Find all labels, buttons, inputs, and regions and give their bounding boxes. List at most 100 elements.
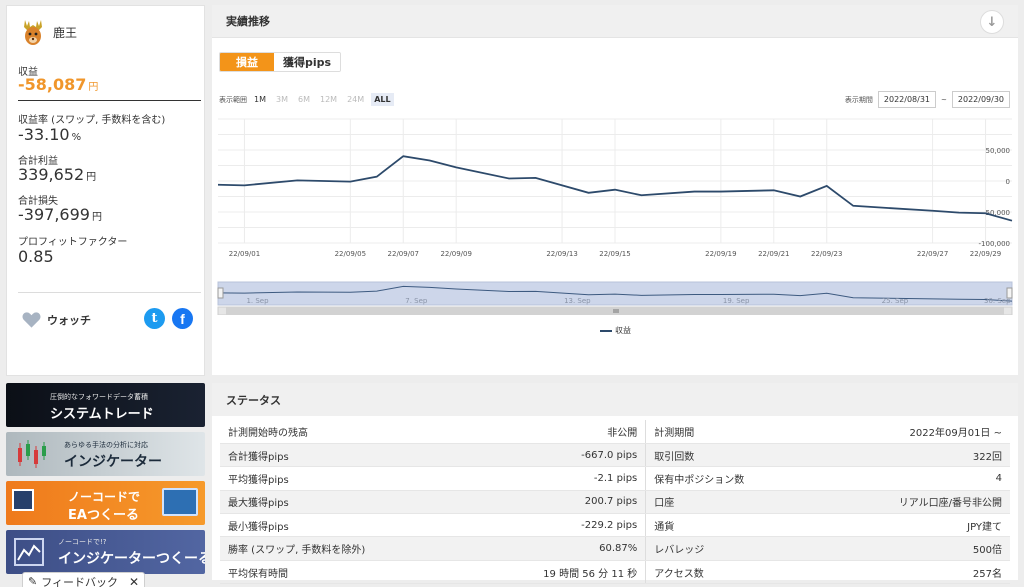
status-label: 取引回数 — [645, 443, 818, 468]
range-6m-button[interactable]: 6M — [295, 93, 313, 106]
status-value: 200.7 pips — [467, 490, 646, 515]
banner-indicator-tool[interactable]: ノーコードで!? インジケーターつくーる — [6, 530, 205, 574]
range-all-button[interactable]: ALL — [371, 93, 394, 106]
navigator-tick-label: 1. Sep — [246, 297, 269, 305]
watch-divider — [18, 292, 201, 293]
range-12m-button[interactable]: 12M — [317, 93, 340, 106]
status-title: ステータス — [226, 393, 281, 407]
profile-header[interactable]: 鹿王 — [19, 17, 77, 47]
status-label: 勝率 (スワップ, 手数料を除外) — [220, 536, 468, 561]
status-value: -2.1 pips — [467, 466, 646, 491]
status-row: 最小獲得pips -229.2 pips 通貨 JPY建て — [220, 513, 1010, 538]
chart-tool-icon — [14, 538, 44, 566]
x-tick-label: 22/09/05 — [335, 250, 366, 258]
period-selector: 表示期間 2022/08/31 ~ 2022/09/30 — [845, 91, 1010, 108]
edit-icon: ✎ — [28, 575, 38, 587]
x-tick-label: 22/09/23 — [811, 250, 842, 258]
banner-sub: あらゆる手法の分析に対応 — [64, 441, 148, 449]
status-label: 合計獲得pips — [220, 443, 468, 468]
profile-card: 鹿王 収益 -58,087 円 収益率 (スワップ, 手数料を含む) -33.10… — [6, 5, 205, 376]
screen-icon — [12, 489, 34, 511]
status-value: 322回 — [817, 443, 1010, 468]
y-tick-label: -100,000 — [979, 240, 1010, 248]
x-tick-label: 22/09/27 — [917, 250, 948, 258]
performance-header: 実績推移 ↓ — [212, 5, 1018, 38]
status-row: 合計獲得pips -667.0 pips 取引回数 322回 — [220, 443, 1010, 468]
status-row: 平均保有時間 19 時間 56 分 11 秒アクセス数 257名 — [220, 560, 1010, 585]
download-icon[interactable]: ↓ — [980, 10, 1004, 34]
status-value: 257名 — [817, 560, 1010, 585]
banner-main: インジケーターつくーる — [58, 551, 205, 567]
status-value: 500倍 — [817, 536, 1010, 561]
candlestick-icon — [18, 440, 46, 468]
twitter-share-icon[interactable]: t — [144, 308, 165, 329]
status-label: 平均獲得pips — [220, 466, 468, 491]
banner-indicator[interactable]: あらゆる手法の分析に対応 インジケーター — [6, 432, 205, 476]
tab-pips[interactable]: 獲得pips — [274, 53, 341, 71]
status-value: 非公開 — [467, 420, 646, 444]
status-row: 勝率 (スワップ, 手数料を除外) 60.87% レバレッジ 500倍 — [220, 536, 1010, 561]
navigator-scroll-thumb — [226, 307, 1004, 315]
feedback-tab[interactable]: ✎ フィードバック ✕ — [22, 572, 145, 587]
chart-legend[interactable]: 収益 — [600, 325, 631, 336]
legend-line-swatch — [600, 329, 612, 332]
feedback-label: フィードバック — [41, 575, 118, 587]
watch-label: ウォッチ — [47, 314, 91, 327]
period-label: 表示期間 — [844, 95, 873, 104]
period-start-input[interactable]: 2022/08/31 — [877, 91, 937, 108]
banner-system-trade[interactable]: 圧倒的なフォワードデータ蓄積 システムトレード — [6, 383, 205, 427]
banner-sub: ノーコードで — [68, 490, 141, 504]
status-value: 19 時間 56 分 11 秒 — [467, 560, 646, 585]
profit-value: -58,087 円 — [18, 75, 99, 94]
return-label: 収益率 (スワップ, 手数料を含む) — [18, 115, 166, 126]
facebook-share-icon[interactable]: f — [172, 308, 193, 329]
status-label: 最大獲得pips — [220, 490, 468, 515]
status-value: -667.0 pips — [467, 443, 646, 468]
period-end-input[interactable]: 2022/09/30 — [951, 91, 1010, 108]
status-label: 最小獲得pips — [220, 513, 468, 538]
profit-factor-label: プロフィットファクター — [18, 237, 128, 248]
watch-button[interactable]: ウォッチ — [22, 311, 91, 329]
range-selector: 表示範囲 1M 3M 6M 12M 24M ALL — [219, 93, 394, 106]
status-value: JPY建て — [817, 513, 1010, 538]
banner-main: EAつくーる — [68, 508, 139, 523]
status-value: リアル口座/番号非公開 — [817, 490, 1010, 515]
return-value: -33.10% — [18, 125, 82, 144]
status-label: アクセス数 — [645, 560, 818, 585]
deer-avatar-icon[interactable] — [19, 17, 47, 47]
status-header: ステータス — [212, 383, 1018, 416]
x-tick-label: 22/09/21 — [758, 250, 789, 258]
status-value: 60.87% — [467, 536, 646, 561]
banner-main: インジケーター — [64, 454, 162, 470]
x-tick-label: 22/09/19 — [705, 250, 736, 258]
heart-icon — [22, 312, 41, 328]
range-1m-button[interactable]: 1M — [251, 93, 269, 106]
profit-line-chart: 22/09/01 22/09/05 22/09/07 22/09/09 22/09/13… — [217, 118, 1013, 315]
total-profit-value: 339,652 円 — [18, 165, 97, 184]
status-row: 最大獲得pips 200.7 pips 口座 リアル口座/番号非公開 — [220, 490, 1010, 515]
status-value: 4 — [817, 466, 1010, 491]
navigator-tick-label: 7. Sep — [405, 297, 428, 305]
y-tick-label: 0 — [1006, 178, 1010, 186]
range-label: 表示範囲 — [219, 95, 247, 104]
period-separator: ~ — [941, 95, 947, 104]
banner-ea-tool[interactable]: ノーコードで EAつくーる — [6, 481, 205, 525]
banner-main: システムトレード — [50, 407, 154, 422]
status-label: 通貨 — [645, 513, 818, 538]
x-tick-label: 22/09/15 — [599, 250, 630, 258]
status-label: 平均保有時間 — [220, 560, 468, 585]
range-24m-button[interactable]: 24M — [344, 93, 367, 106]
range-3m-button[interactable]: 3M — [273, 93, 291, 106]
status-label: 計測開始時の残高 — [220, 420, 468, 444]
navigator-right-handle — [1006, 287, 1013, 299]
close-icon[interactable]: ✕ — [129, 575, 139, 587]
x-tick-label: 22/09/29 — [970, 250, 1001, 258]
x-tick-label: 22/09/13 — [546, 250, 577, 258]
tab-profit[interactable]: 損益 — [220, 53, 274, 71]
profile-name[interactable]: 鹿王 — [53, 24, 77, 41]
y-tick-label: 50,000 — [986, 147, 1011, 155]
status-value: 2022年09月01日 ~ — [817, 420, 1010, 444]
status-label: 保有中ポジション数 — [645, 466, 818, 491]
monitor-icon — [162, 488, 198, 516]
status-label: 口座 — [645, 490, 818, 515]
